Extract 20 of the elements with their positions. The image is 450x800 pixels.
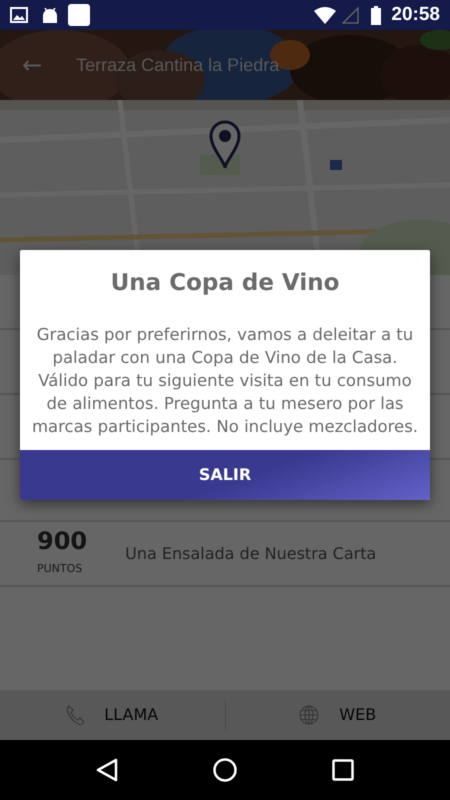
clock: 20:58 xyxy=(391,2,440,27)
battery-icon xyxy=(371,6,382,24)
wifi-icon xyxy=(314,6,336,24)
exit-button[interactable]: SALIR xyxy=(20,450,430,500)
web-button[interactable]: WEB xyxy=(226,702,450,728)
reward-title: Una Ensalada de Nuestra Carta xyxy=(125,542,376,564)
signal-icon xyxy=(342,6,360,24)
points-value: 900 xyxy=(37,529,88,554)
home-icon[interactable] xyxy=(212,758,237,782)
back-icon[interactable] xyxy=(96,758,118,782)
phone-icon xyxy=(66,705,84,725)
points-label: PUNTOS xyxy=(37,561,84,578)
call-button[interactable]: LLAMA xyxy=(0,702,224,728)
notification-icon xyxy=(68,4,90,26)
recents-icon[interactable] xyxy=(332,759,354,781)
android-icon xyxy=(42,8,58,22)
dialog-message: Gracias por preferirnos, vamos a deleitar a tu paladar con una Copa de Vino de la Casa. Válido para tu siguiente visita en tu consumo de alimentos. Pregunta a tu mesero por las marcas participantes. No incluye mezcladores. xyxy=(30,324,420,438)
dialog-title: Una Copa de Vino xyxy=(110,269,340,298)
image-icon xyxy=(10,7,28,23)
globe-icon xyxy=(299,705,320,725)
